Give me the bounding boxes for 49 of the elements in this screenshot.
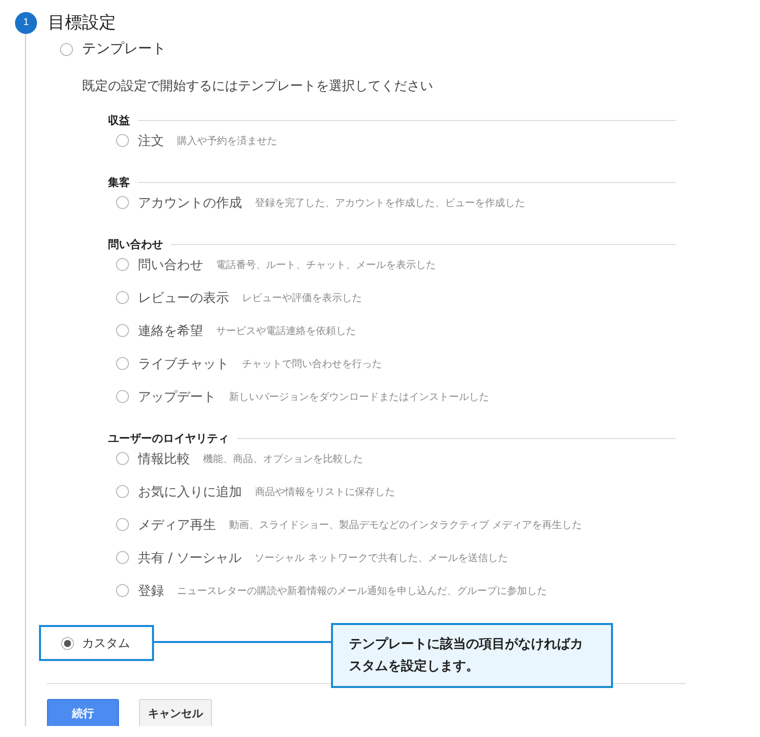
radio-button[interactable] xyxy=(116,452,129,465)
group-heading: ユーザーのロイヤリティ xyxy=(108,430,229,446)
option-label[interactable]: 注文 xyxy=(138,132,164,150)
radio-button[interactable] xyxy=(116,196,129,209)
radio-button[interactable] xyxy=(116,390,129,403)
option-description: 商品や情報をリストに保存した xyxy=(255,486,395,498)
group-heading: 問い合わせ xyxy=(108,236,163,252)
group-heading: 集客 xyxy=(108,174,130,190)
option-description: 動画、スライドショー、製品デモなどのインタラクティブ メディアを再生した xyxy=(229,518,582,532)
radio-button[interactable] xyxy=(116,134,129,147)
option-label[interactable]: カスタム xyxy=(82,634,130,652)
option-description: 機能、商品、オプションを比較した xyxy=(203,452,363,466)
option-description: レビューや評価を表示した xyxy=(242,292,362,304)
option-label[interactable]: 問い合わせ xyxy=(138,256,203,274)
option-label[interactable]: メディア再生 xyxy=(138,516,216,534)
option-label[interactable]: ライブチャット xyxy=(138,354,229,372)
option-description: ソーシャル ネットワークで共有した、メールを送信した xyxy=(254,552,508,564)
option-description: 電話番号、ルート、チャット、メールを表示した xyxy=(216,258,436,272)
radio-button[interactable] xyxy=(60,42,73,56)
callout-note: テンプレートに該当の項目がなければカスタムを設定します。 xyxy=(331,623,613,688)
radio-button[interactable] xyxy=(116,584,129,597)
option-label[interactable]: 共有 / ソーシャル xyxy=(138,548,242,566)
option-label[interactable]: お気に入りに追加 xyxy=(138,482,242,500)
option-label[interactable]: レビューの表示 xyxy=(138,288,229,306)
option-label[interactable]: 連絡を希望 xyxy=(138,322,203,340)
group-heading: 収益 xyxy=(108,112,130,128)
option-description: 購入や予約を済ませた xyxy=(177,134,277,148)
option-label[interactable]: アカウントの作成 xyxy=(138,194,242,212)
radio-button[interactable] xyxy=(116,518,129,531)
radio-button[interactable] xyxy=(116,357,129,370)
option-label[interactable]: アップデート xyxy=(138,388,216,406)
option-label[interactable]: 登録 xyxy=(138,582,164,600)
radio-button[interactable] xyxy=(116,258,129,271)
step-number: 1 xyxy=(15,12,37,34)
radio-button[interactable] xyxy=(116,485,129,498)
option-description: サービスや電話連絡を依頼した xyxy=(216,324,356,338)
instruction-text: 既定の設定で開始するにはテンプレートを選択してください xyxy=(82,78,434,95)
cancel-button[interactable]: キャンセル xyxy=(139,699,212,726)
option-description: 登録を完了した、アカウントを作成した、ビューを作成した xyxy=(255,196,525,210)
radio-button[interactable] xyxy=(116,551,129,564)
step-title: 目標設定 xyxy=(48,12,116,34)
option-label[interactable]: 情報比較 xyxy=(138,450,190,468)
radio-button[interactable] xyxy=(61,636,74,650)
option-description: チャットで問い合わせを行った xyxy=(242,358,382,370)
option-description: ニュースレターの購読や新着情報のメール通知を申し込んだ、グループに参加した xyxy=(177,584,547,598)
radio-button[interactable] xyxy=(116,291,129,304)
option-description: 新しいバージョンをダウンロードまたはインストールした xyxy=(229,390,489,404)
radio-button[interactable] xyxy=(116,324,129,337)
template-radio[interactable]: テンプレート xyxy=(60,40,745,58)
